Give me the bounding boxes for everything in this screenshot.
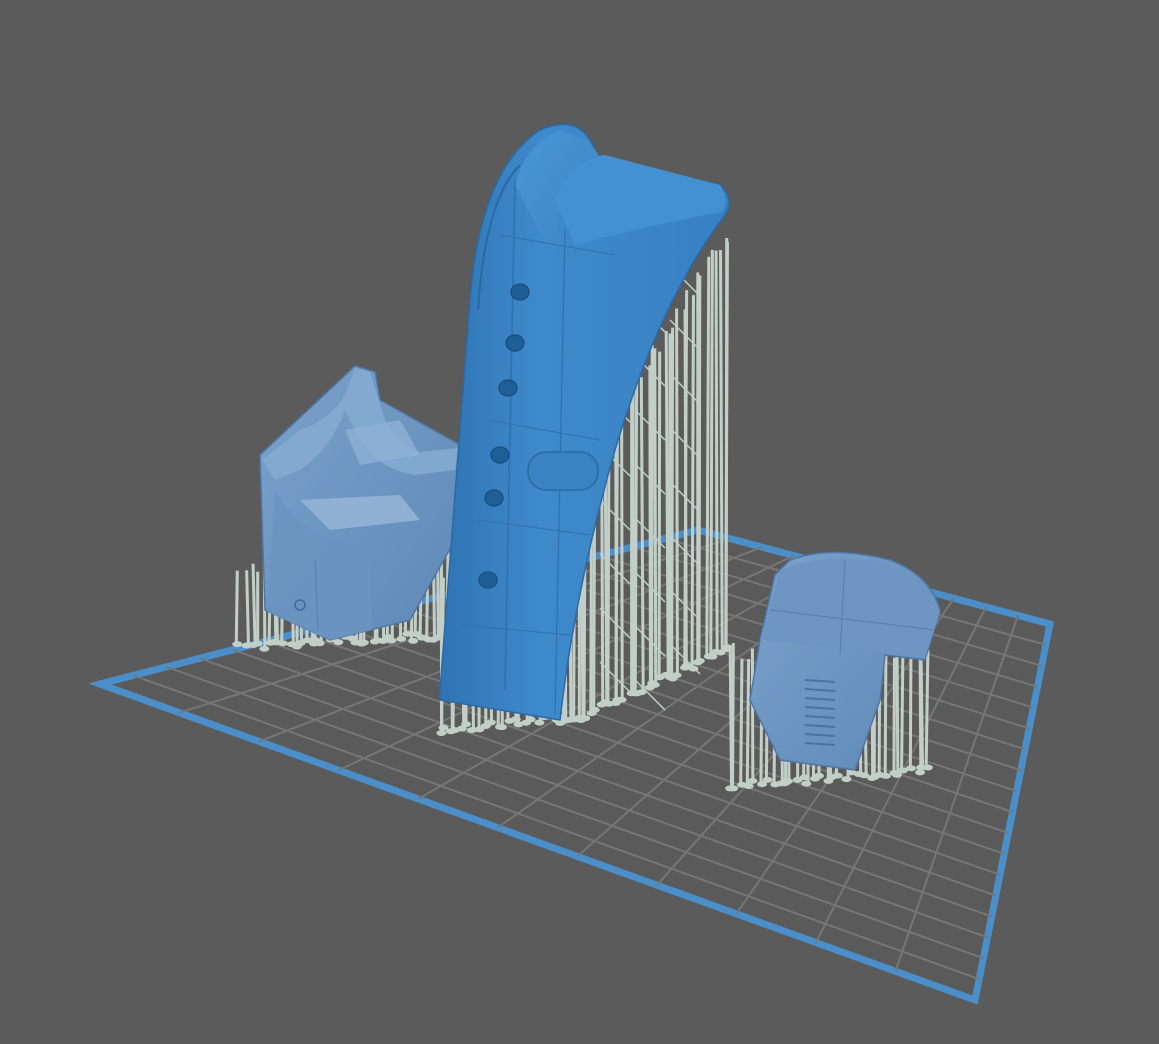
support-base (408, 637, 419, 644)
support-base (814, 772, 825, 779)
support-base (485, 719, 496, 726)
support-pillar (724, 241, 729, 646)
panel-hole (505, 334, 525, 352)
panel-hole (478, 571, 498, 589)
support-pillar (745, 659, 751, 785)
support-base (922, 764, 933, 771)
support-base (832, 772, 843, 779)
support-pillar (697, 275, 702, 659)
support-base (358, 639, 369, 646)
support-base (259, 645, 270, 652)
support-base (671, 672, 682, 679)
support-pillar (245, 570, 250, 644)
support-base (649, 681, 660, 688)
support-pillar (633, 374, 639, 692)
support-pillar (705, 256, 711, 655)
support-base (534, 719, 545, 726)
panel-hole (510, 283, 530, 301)
support-pillar (883, 643, 888, 774)
support-pillar (251, 563, 257, 644)
support-pillar (639, 377, 645, 691)
support-base (743, 783, 754, 790)
support-pillar (919, 656, 924, 766)
support-base (728, 785, 739, 792)
support-pillar (690, 295, 695, 667)
support-base (905, 765, 916, 772)
scene-canvas[interactable] (0, 0, 1159, 1044)
panel-hole (484, 489, 504, 507)
support-pillar (683, 290, 689, 664)
support-base (580, 715, 591, 722)
support-pillar (714, 250, 719, 650)
support-pillar (924, 649, 930, 766)
support-pillar (234, 570, 239, 643)
support-base (386, 637, 397, 644)
support-pillar (675, 308, 679, 674)
support-pillar (653, 348, 658, 683)
support-pillar (650, 344, 654, 682)
support-base (436, 729, 447, 736)
support-base (694, 657, 705, 664)
support-base (525, 716, 536, 723)
panel-hole (498, 379, 518, 397)
support-pillar (900, 646, 905, 769)
support-base (841, 776, 852, 783)
support-pillar (892, 657, 896, 772)
support-base (277, 640, 288, 647)
support-base (252, 640, 263, 647)
3d-viewport[interactable] (0, 0, 1159, 1044)
support-pillar (670, 327, 675, 677)
support-base (782, 778, 793, 785)
support-base (880, 772, 891, 779)
support-base (333, 639, 344, 646)
support-pillar (731, 643, 735, 787)
support-base (496, 724, 507, 731)
support-base (314, 640, 325, 647)
support-base (589, 706, 600, 713)
support-pillar (895, 645, 900, 773)
support-pillar (908, 644, 913, 767)
support-base (616, 696, 627, 703)
support-pillar (709, 249, 714, 655)
support-pillar (664, 330, 670, 673)
support-base (747, 777, 758, 784)
panel-hole (490, 446, 510, 464)
support-base (461, 721, 472, 728)
support-base (396, 635, 407, 642)
support-pillar (739, 658, 744, 783)
support-base (762, 776, 773, 783)
support-pillar (620, 401, 624, 698)
support-pillar (719, 249, 724, 651)
support-pillar (657, 351, 662, 676)
support-base (801, 780, 812, 787)
support-base (232, 641, 243, 648)
